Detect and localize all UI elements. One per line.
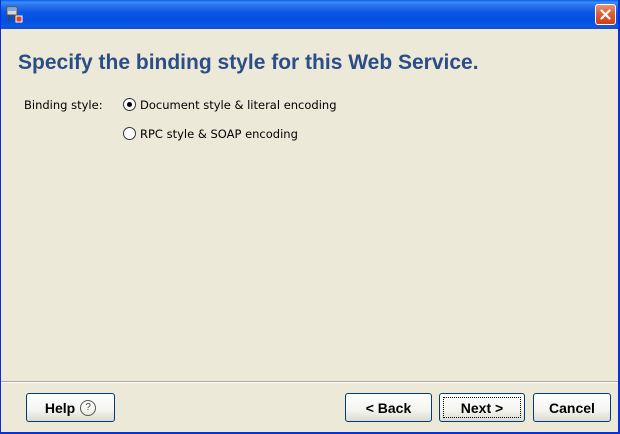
title-bar[interactable]: [1, 0, 618, 29]
rpc-soap-option[interactable]: RPC style & SOAP encoding: [123, 126, 298, 141]
footer-separator: [1, 381, 618, 383]
back-button[interactable]: < Back: [345, 393, 432, 422]
back-button-label: < Back: [365, 399, 412, 416]
rpc-soap-radio[interactable]: [123, 127, 136, 140]
cancel-button[interactable]: Cancel: [533, 393, 611, 422]
wizard-icon: [6, 6, 23, 23]
close-icon: [600, 9, 611, 20]
binding-style-label: Binding style:: [24, 98, 103, 112]
document-literal-radio[interactable]: [123, 98, 136, 111]
help-button-label: Help: [44, 399, 76, 416]
radio-selected-dot: [127, 102, 132, 107]
question-circle-icon: ?: [80, 399, 97, 416]
cancel-button-label: Cancel: [549, 399, 595, 416]
next-button[interactable]: Next >: [439, 393, 525, 422]
page-heading: Specify the binding style for this Web S…: [18, 51, 479, 74]
wizard-dialog: Specify the binding style for this Web S…: [0, 0, 620, 434]
close-button[interactable]: [595, 4, 616, 25]
focus-ring: [443, 397, 521, 418]
help-button[interactable]: Help ?: [26, 393, 115, 422]
rpc-soap-label[interactable]: RPC style & SOAP encoding: [140, 127, 298, 141]
document-literal-label[interactable]: Document style & literal encoding: [140, 98, 337, 112]
document-literal-option[interactable]: Document style & literal encoding: [123, 97, 337, 112]
